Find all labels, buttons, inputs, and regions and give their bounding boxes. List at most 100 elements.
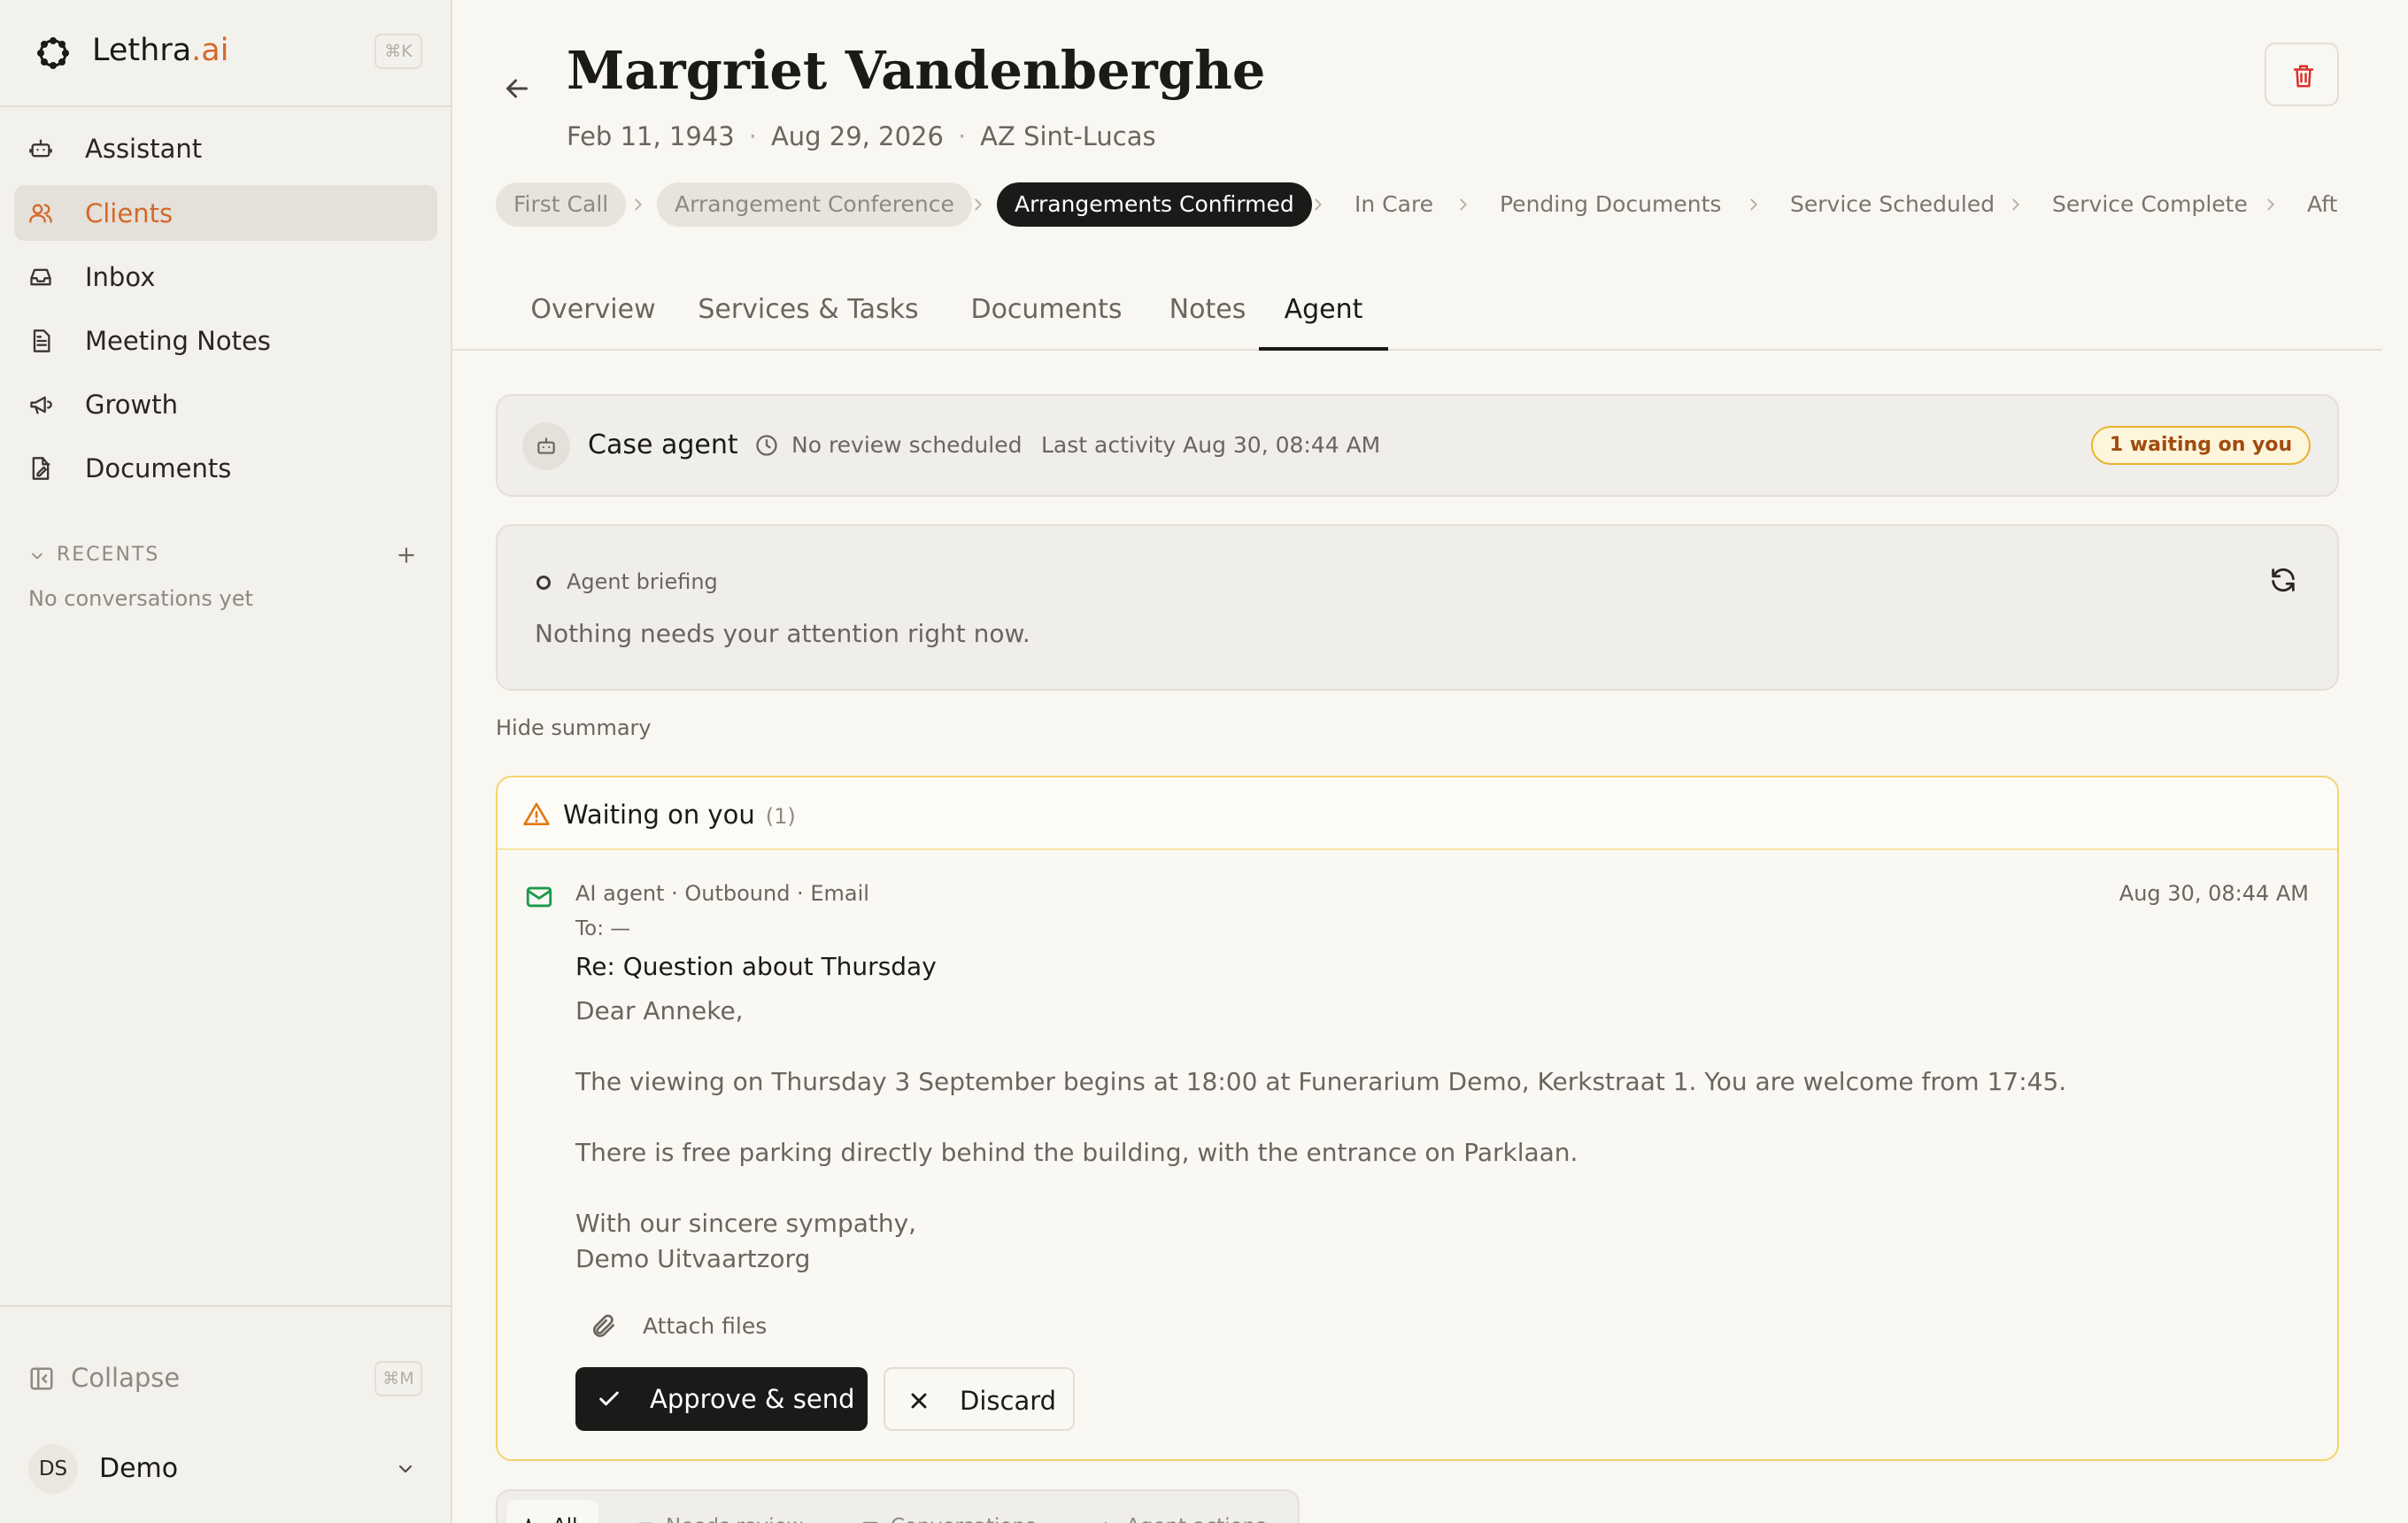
message-timestamp: Aug 30, 08:44 AM bbox=[2119, 881, 2309, 906]
brand-name-text: Lethra bbox=[92, 33, 192, 68]
message-meta: AI agent · Outbound · Email bbox=[575, 881, 869, 906]
client-meta: Feb 11, 1943 · Aug 29, 2026 · AZ Sint-Lucas bbox=[567, 119, 1156, 154]
sidebar-item-label: Assistant bbox=[85, 133, 203, 164]
sidebar-item-assistant[interactable]: Assistant bbox=[14, 120, 437, 176]
logo-icon bbox=[37, 37, 69, 69]
robot-icon bbox=[537, 437, 555, 454]
tab-documents[interactable]: Documents bbox=[953, 292, 1139, 351]
paperclip-icon[interactable] bbox=[590, 1312, 618, 1341]
case-agent-card: Case agent No review scheduled Last acti… bbox=[496, 394, 2339, 497]
discard-label: Discard bbox=[960, 1386, 1057, 1416]
approve-send-button[interactable]: Approve & send bbox=[575, 1367, 868, 1431]
attach-files-button[interactable]: Attach files bbox=[643, 1310, 767, 1342]
message-recipient: To: — bbox=[575, 917, 631, 940]
stage-first-call[interactable]: First Call bbox=[496, 182, 627, 227]
chevron-right-icon bbox=[1460, 198, 1467, 211]
sidebar-item-growth[interactable]: Growth bbox=[14, 376, 437, 432]
sidebar-item-meeting-notes[interactable]: Meeting Notes bbox=[14, 313, 437, 368]
tab-bar: Overview Services & Tasks Documents Note… bbox=[452, 283, 2382, 351]
discard-button[interactable]: Discard bbox=[884, 1367, 1075, 1431]
inbox-icon bbox=[30, 268, 51, 286]
waiting-title: Waiting on you (1) bbox=[563, 797, 796, 834]
mail-icon bbox=[638, 1522, 652, 1523]
tab-notes[interactable]: Notes bbox=[1161, 292, 1254, 351]
mail-icon bbox=[526, 886, 552, 908]
briefing-text: Nothing needs your attention right now. bbox=[535, 619, 1030, 648]
sidebar-item-label: Growth bbox=[85, 389, 178, 420]
message-body-line: The viewing on Thursday 3 September begi… bbox=[575, 1067, 2067, 1096]
megaphone-icon bbox=[30, 396, 52, 414]
sidebar-item-label: Meeting Notes bbox=[85, 325, 271, 356]
chevron-right-icon bbox=[1315, 198, 1322, 211]
separator-dot: · bbox=[748, 121, 757, 151]
close-icon bbox=[911, 1393, 927, 1409]
birth-date: Feb 11, 1943 bbox=[567, 121, 735, 151]
message-body-line: With our sincere sympathy, bbox=[575, 1209, 917, 1238]
search-shortcut-badge[interactable]: ⌘K bbox=[374, 34, 422, 69]
filter-label: All bbox=[552, 1511, 578, 1523]
sidebar-item-label: Inbox bbox=[85, 261, 156, 292]
collapse-label: Collapse bbox=[71, 1363, 181, 1393]
user-menu[interactable]: DS Demo bbox=[28, 1444, 427, 1494]
stage-arrangement-conference[interactable]: Arrangement Conference bbox=[657, 182, 972, 227]
stage-in-care[interactable]: In Care bbox=[1337, 182, 1451, 227]
waiting-on-you-panel: Waiting on you (1) AI agent · Outbound · … bbox=[496, 776, 2339, 1461]
sidebar-item-documents[interactable]: Documents bbox=[14, 440, 437, 496]
tab-agent[interactable]: Agent bbox=[1259, 292, 1388, 351]
chat-icon bbox=[862, 1521, 878, 1523]
status-dot-icon bbox=[536, 576, 551, 590]
separator-dot: · bbox=[957, 121, 967, 151]
tab-services-tasks[interactable]: Services & Tasks bbox=[684, 292, 932, 351]
file-edit-icon bbox=[32, 457, 50, 480]
recents-section-header[interactable]: RECENTS bbox=[28, 542, 418, 568]
robot-icon bbox=[1105, 1521, 1107, 1523]
stage-service-complete[interactable]: Service Complete bbox=[2034, 182, 2265, 227]
filter-all[interactable]: All bbox=[506, 1500, 598, 1523]
page-title: Margriet Vandenberghe bbox=[567, 40, 1266, 101]
sidebar-item-label: Documents bbox=[85, 452, 232, 483]
chevron-down-icon bbox=[399, 1465, 412, 1473]
refresh-icon[interactable] bbox=[2268, 565, 2298, 595]
clock-icon bbox=[756, 435, 777, 456]
filter-label: Conversations bbox=[891, 1511, 1036, 1523]
stage-service-scheduled[interactable]: Service Scheduled bbox=[1772, 182, 2012, 227]
waiting-badge[interactable]: 1 waiting on you bbox=[2091, 426, 2311, 465]
brand-name[interactable]: Lethra.ai bbox=[92, 28, 228, 73]
waiting-title-text: Waiting on you bbox=[563, 800, 755, 830]
stage-arrangements-confirmed[interactable]: Arrangements Confirmed bbox=[997, 182, 1312, 227]
waiting-header: Waiting on you (1) bbox=[498, 777, 2337, 850]
delete-button[interactable] bbox=[2265, 43, 2339, 106]
avatar: DS bbox=[28, 1444, 78, 1494]
sparkle-icon bbox=[526, 1518, 531, 1523]
message-subject: Re: Question about Thursday bbox=[575, 952, 937, 981]
stage-pending-documents[interactable]: Pending Documents bbox=[1482, 182, 1739, 227]
chevron-right-icon bbox=[2012, 198, 2019, 211]
last-activity: Last activity Aug 30, 08:44 AM bbox=[1041, 432, 1381, 458]
message-body-line: Dear Anneke, bbox=[575, 996, 744, 1025]
trash-icon bbox=[2293, 65, 2314, 88]
agent-name: Case agent bbox=[588, 429, 738, 460]
activity-filter-bar: All Needs review Conversations Agent act… bbox=[496, 1489, 1300, 1523]
recents-empty-text: No conversations yet bbox=[28, 586, 253, 611]
sidebar-item-inbox[interactable]: Inbox bbox=[14, 249, 437, 305]
sidebar-divider bbox=[0, 1305, 451, 1307]
warning-icon bbox=[523, 802, 550, 825]
sidebar-item-clients[interactable]: Clients bbox=[14, 185, 437, 241]
filter-label: Needs review bbox=[666, 1511, 803, 1523]
chevron-right-icon bbox=[2267, 198, 2274, 211]
message-body-line: There is free parking directly behind th… bbox=[575, 1138, 1578, 1167]
stage-aftercare[interactable]: Aft bbox=[2289, 182, 2339, 227]
client-location: AZ Sint-Lucas bbox=[980, 121, 1156, 151]
waiting-count: (1) bbox=[765, 804, 796, 829]
brand-accent: .ai bbox=[191, 33, 229, 68]
hide-summary-link[interactable]: Hide summary bbox=[496, 712, 652, 744]
recents-label: RECENTS bbox=[57, 544, 160, 566]
back-arrow-icon[interactable] bbox=[501, 73, 533, 104]
chevron-down-icon bbox=[32, 553, 42, 560]
chevron-right-icon bbox=[1750, 198, 1757, 211]
sidebar-item-label: Clients bbox=[85, 197, 174, 228]
tab-overview[interactable]: Overview bbox=[523, 292, 663, 351]
add-conversation-icon[interactable] bbox=[395, 544, 418, 567]
briefing-label: Agent briefing bbox=[567, 569, 718, 594]
agent-briefing-card: Agent briefing Nothing needs your attent… bbox=[496, 524, 2339, 691]
